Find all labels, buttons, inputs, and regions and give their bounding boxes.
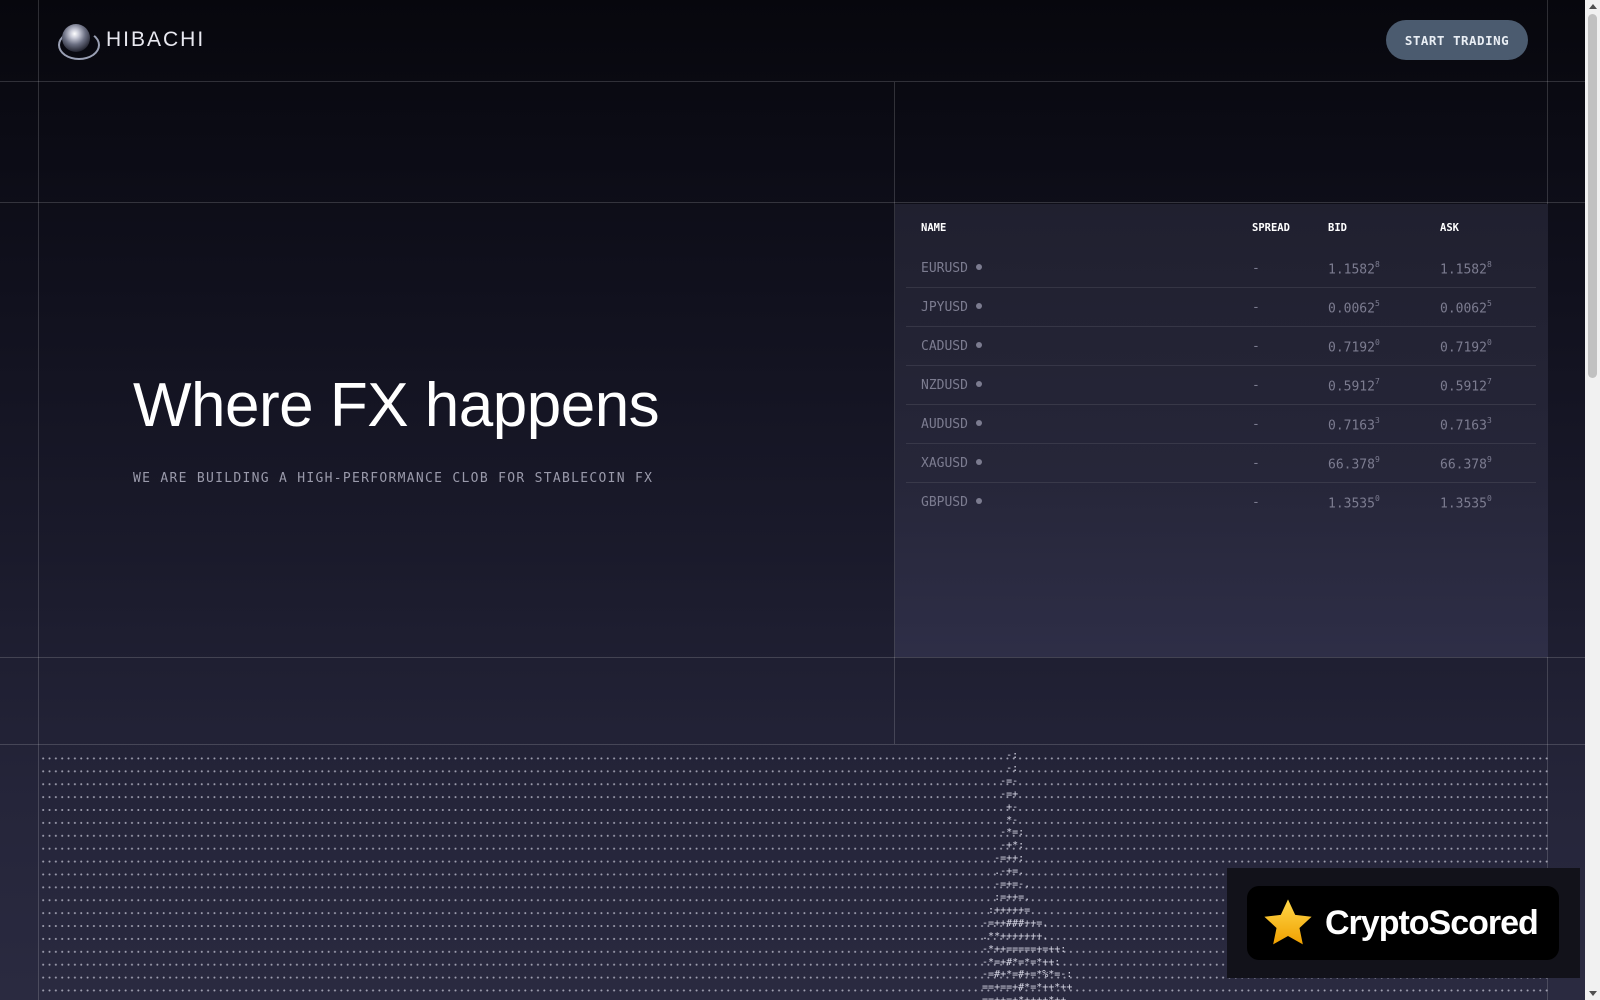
scroll-up-arrow-icon[interactable] (1589, 4, 1597, 9)
spread-value: - (1252, 339, 1260, 354)
price-table: NAME SPREAD BID ASK EURUSD - 1.15828 1.1582… (895, 204, 1548, 657)
bid-value: 0.59127 (1328, 377, 1380, 395)
logo[interactable]: HIBACHI (58, 24, 206, 60)
status-dot-icon (975, 380, 982, 387)
ask-value: 0.71633 (1440, 416, 1492, 434)
spread-value: - (1252, 300, 1260, 315)
spread-value: - (1252, 261, 1260, 276)
grid-line (0, 744, 1585, 745)
grid-line (0, 657, 1585, 658)
pair-name: AUDUSD (921, 417, 982, 432)
table-header: NAME SPREAD BID ASK (895, 222, 1548, 242)
bid-value: 0.00625 (1328, 299, 1380, 317)
pair-name: CADUSD (921, 339, 982, 354)
grid-line (0, 202, 1585, 203)
pair-name: XAGUSD (921, 456, 982, 471)
spread-value: - (1252, 495, 1260, 510)
table-row[interactable]: EURUSD - 1.15828 1.15828 (906, 248, 1536, 288)
badge-text: CryptoScored (1325, 903, 1539, 942)
grid-line (0, 81, 1585, 82)
spread-value: - (1252, 378, 1260, 393)
hero-title: Where FX happens (133, 371, 660, 440)
ask-value: 0.00625 (1440, 299, 1492, 317)
table-row[interactable]: NZDUSD - 0.59127 0.59127 (906, 365, 1536, 405)
bid-value: 1.15828 (1328, 260, 1380, 278)
hero-subtitle: WE ARE BUILDING A HIGH-PERFORMANCE CLOB … (133, 471, 654, 486)
table-row[interactable]: XAGUSD - 66.3789 66.3789 (906, 443, 1536, 483)
bid-value: 66.3789 (1328, 455, 1380, 473)
table-row[interactable]: JPYUSD - 0.00625 0.00625 (906, 287, 1536, 327)
spread-value: - (1252, 417, 1260, 432)
status-dot-icon (975, 497, 982, 504)
pair-name: EURUSD (921, 261, 982, 276)
scroll-down-arrow-icon[interactable] (1589, 991, 1597, 996)
column-header-bid: BID (1328, 222, 1347, 234)
cryptoscored-badge[interactable]: CryptoScored (1247, 886, 1559, 960)
status-dot-icon (975, 302, 982, 309)
logo-text: HIBACHI (106, 28, 206, 51)
star-icon (1264, 899, 1312, 945)
ask-value: 1.35350 (1440, 494, 1492, 512)
column-header-name: NAME (921, 222, 947, 234)
spread-value: - (1252, 456, 1260, 471)
status-dot-icon (975, 419, 982, 426)
bid-value: 0.71920 (1328, 338, 1380, 356)
status-dot-icon (975, 263, 982, 270)
bid-value: 0.71633 (1328, 416, 1380, 434)
status-dot-icon (975, 341, 982, 348)
scrollbar-thumb[interactable] (1588, 14, 1597, 378)
table-row[interactable]: CADUSD - 0.71920 0.71920 (906, 326, 1536, 366)
ask-value: 1.15828 (1440, 260, 1492, 278)
ascii-rocket-art: -: -: -=- -=+ +- *- -*=: -+*: -=++: .-+=… (982, 750, 1073, 1000)
table-row[interactable]: AUDUSD - 0.71633 0.71633 (906, 404, 1536, 444)
pair-name: NZDUSD (921, 378, 982, 393)
table-row[interactable]: GBPUSD - 1.35350 1.35350 (906, 482, 1536, 521)
orb-logo-icon (58, 24, 100, 60)
column-header-spread: SPREAD (1252, 222, 1290, 234)
column-header-ask: ASK (1440, 222, 1459, 234)
ask-value: 66.3789 (1440, 455, 1492, 473)
ask-value: 0.71920 (1440, 338, 1492, 356)
pair-name: JPYUSD (921, 300, 982, 315)
badge-container: CryptoScored (1227, 868, 1580, 978)
scrollbar[interactable] (1585, 0, 1600, 1000)
grid-line (38, 0, 39, 1000)
pair-name: GBPUSD (921, 495, 982, 510)
ask-value: 0.59127 (1440, 377, 1492, 395)
bid-value: 1.35350 (1328, 494, 1380, 512)
start-trading-button[interactable]: START TRADING (1386, 20, 1528, 60)
status-dot-icon (975, 458, 982, 465)
